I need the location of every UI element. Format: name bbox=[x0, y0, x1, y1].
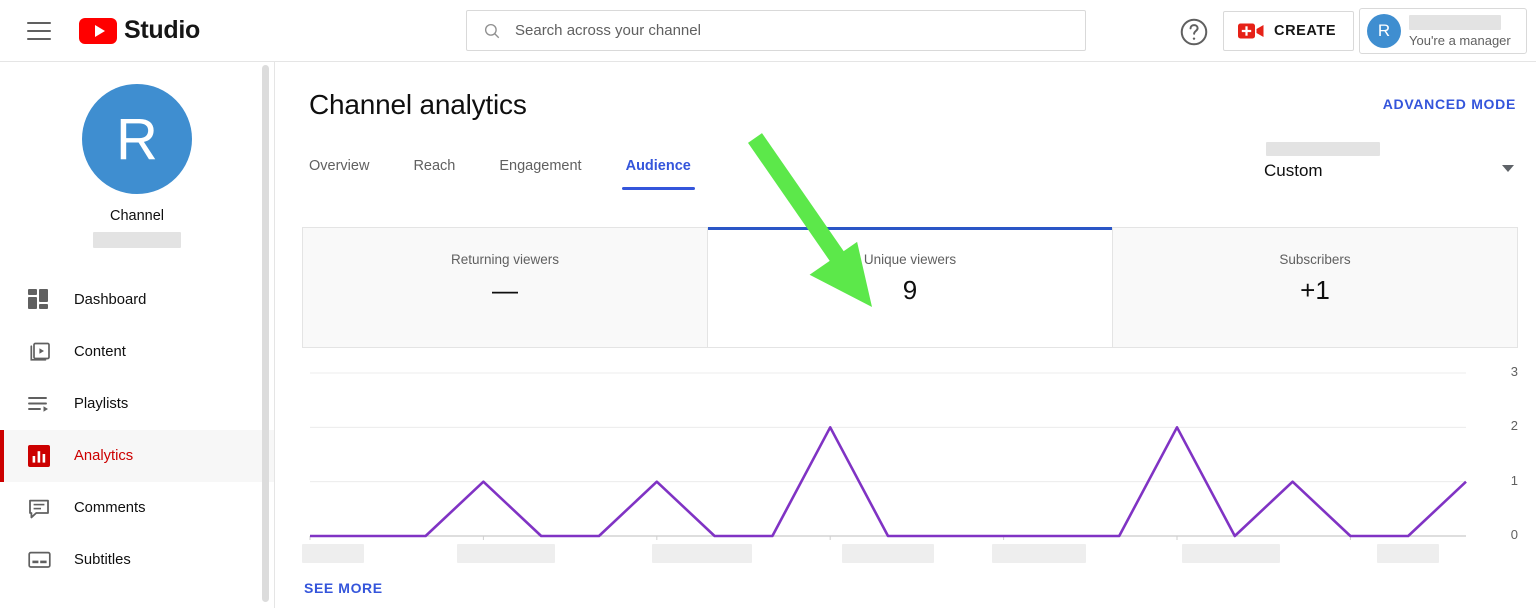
date-range-value: Custom bbox=[1264, 161, 1380, 181]
youtube-logo-icon bbox=[79, 18, 117, 44]
create-button-label: CREATE bbox=[1274, 23, 1336, 39]
sidebar-item-comments[interactable]: Comments bbox=[0, 482, 274, 534]
bar-chart-icon bbox=[26, 443, 52, 469]
account-avatar: R bbox=[1367, 14, 1401, 48]
comment-bubble-icon bbox=[26, 495, 52, 521]
chart-y-tick-label: 0 bbox=[1496, 527, 1518, 542]
sidebar-item-analytics[interactable]: Analytics bbox=[0, 430, 274, 482]
chart-x-label-redacted bbox=[842, 544, 934, 563]
channel-block[interactable]: R Channel bbox=[0, 62, 274, 248]
brand-text: Studio bbox=[124, 16, 200, 45]
unique-viewers-line-chart[interactable]: 0 1 2 3 bbox=[302, 348, 1518, 578]
chart-x-label-redacted bbox=[652, 544, 752, 563]
help-button[interactable] bbox=[1178, 16, 1210, 48]
sidebar-item-label: Dashboard bbox=[74, 292, 146, 308]
sidebar-item-label: Analytics bbox=[74, 448, 133, 464]
youtube-studio-analytics-page: Studio CREATE R bbox=[0, 0, 1536, 608]
sidebar-item-label: Comments bbox=[74, 500, 146, 516]
subtitles-icon bbox=[26, 547, 52, 573]
date-range-texts: Custom bbox=[1264, 142, 1380, 181]
date-range-redacted bbox=[1266, 142, 1380, 156]
video-stack-icon bbox=[26, 339, 52, 365]
studio-brand-link[interactable]: Studio bbox=[79, 16, 200, 45]
metric-card-unique-viewers[interactable]: Unique viewers 9 bbox=[707, 228, 1112, 347]
chart-y-tick-label: 2 bbox=[1496, 418, 1518, 433]
account-role-text: You're a manager bbox=[1409, 33, 1511, 48]
chart-y-tick-label: 3 bbox=[1496, 364, 1518, 379]
advanced-mode-link[interactable]: ADVANCED MODE bbox=[1383, 96, 1516, 112]
hamburger-bar bbox=[27, 22, 51, 24]
hamburger-menu-icon[interactable] bbox=[27, 22, 51, 40]
sidebar-nav: Dashboard Content bbox=[0, 274, 274, 586]
chart-x-label-redacted bbox=[1182, 544, 1280, 563]
sidebar-item-subtitles[interactable]: Subtitles bbox=[0, 534, 274, 586]
see-more-link[interactable]: SEE MORE bbox=[304, 580, 383, 596]
chevron-down-icon[interactable] bbox=[1502, 165, 1514, 172]
metric-card-label: Unique viewers bbox=[864, 252, 956, 267]
sidebar-item-label: Content bbox=[74, 344, 126, 360]
tab-audience[interactable]: Audience bbox=[604, 158, 713, 190]
search-input[interactable] bbox=[515, 22, 1073, 39]
chart-x-label-redacted bbox=[457, 544, 555, 563]
page-title: Channel analytics bbox=[309, 89, 527, 121]
sidebar-item-label: Subtitles bbox=[74, 552, 131, 568]
metric-card-label: Returning viewers bbox=[451, 252, 559, 267]
sidebar-item-playlists[interactable]: Playlists bbox=[0, 378, 274, 430]
account-texts: You're a manager bbox=[1409, 15, 1511, 48]
chart-x-label-redacted bbox=[992, 544, 1086, 563]
create-button[interactable]: CREATE bbox=[1223, 11, 1354, 51]
account-button[interactable]: R You're a manager bbox=[1359, 8, 1527, 54]
chart-y-tick-label: 1 bbox=[1496, 473, 1518, 488]
channel-name-redacted bbox=[93, 232, 181, 248]
metric-card-subscribers[interactable]: Subscribers +1 bbox=[1112, 228, 1517, 347]
channel-avatar: R bbox=[82, 84, 192, 194]
sidebar: R Channel Dashboard bbox=[0, 62, 275, 608]
hamburger-bar bbox=[27, 38, 51, 40]
metric-card-returning-viewers[interactable]: Returning viewers — bbox=[303, 228, 707, 347]
dashboard-grid-icon bbox=[26, 287, 52, 313]
account-name-redacted bbox=[1409, 15, 1501, 30]
metric-card-value: +1 bbox=[1300, 275, 1330, 306]
tab-overview[interactable]: Overview bbox=[309, 158, 391, 190]
video-camera-plus-icon bbox=[1238, 22, 1264, 40]
tab-engagement[interactable]: Engagement bbox=[477, 158, 603, 190]
metric-card-label: Subscribers bbox=[1279, 252, 1350, 267]
date-range-selector[interactable]: Custom bbox=[1264, 142, 1514, 181]
search-icon bbox=[483, 22, 501, 40]
main-content: Channel analytics ADVANCED MODE Overview… bbox=[276, 62, 1536, 608]
analytics-tabs: Overview Reach Engagement Audience bbox=[309, 158, 713, 190]
metric-card-value: — bbox=[492, 275, 518, 306]
help-circle-icon bbox=[1178, 16, 1210, 48]
top-bar: Studio CREATE R bbox=[0, 0, 1536, 62]
search-bar[interactable] bbox=[466, 10, 1086, 51]
playlist-icon bbox=[26, 391, 52, 417]
sidebar-item-content[interactable]: Content bbox=[0, 326, 274, 378]
sidebar-item-label: Playlists bbox=[74, 396, 128, 412]
play-triangle-icon bbox=[95, 25, 105, 37]
metric-card-value: 9 bbox=[903, 275, 917, 306]
channel-label: Channel bbox=[110, 208, 164, 224]
metric-cards: Returning viewers — Unique viewers 9 Sub… bbox=[302, 227, 1518, 348]
chart-x-label-redacted bbox=[1377, 544, 1439, 563]
tab-reach[interactable]: Reach bbox=[391, 158, 477, 190]
chart-x-label-redacted bbox=[302, 544, 364, 563]
hamburger-bar bbox=[27, 30, 51, 32]
sidebar-item-dashboard[interactable]: Dashboard bbox=[0, 274, 274, 326]
sidebar-scrollbar[interactable] bbox=[262, 65, 269, 602]
